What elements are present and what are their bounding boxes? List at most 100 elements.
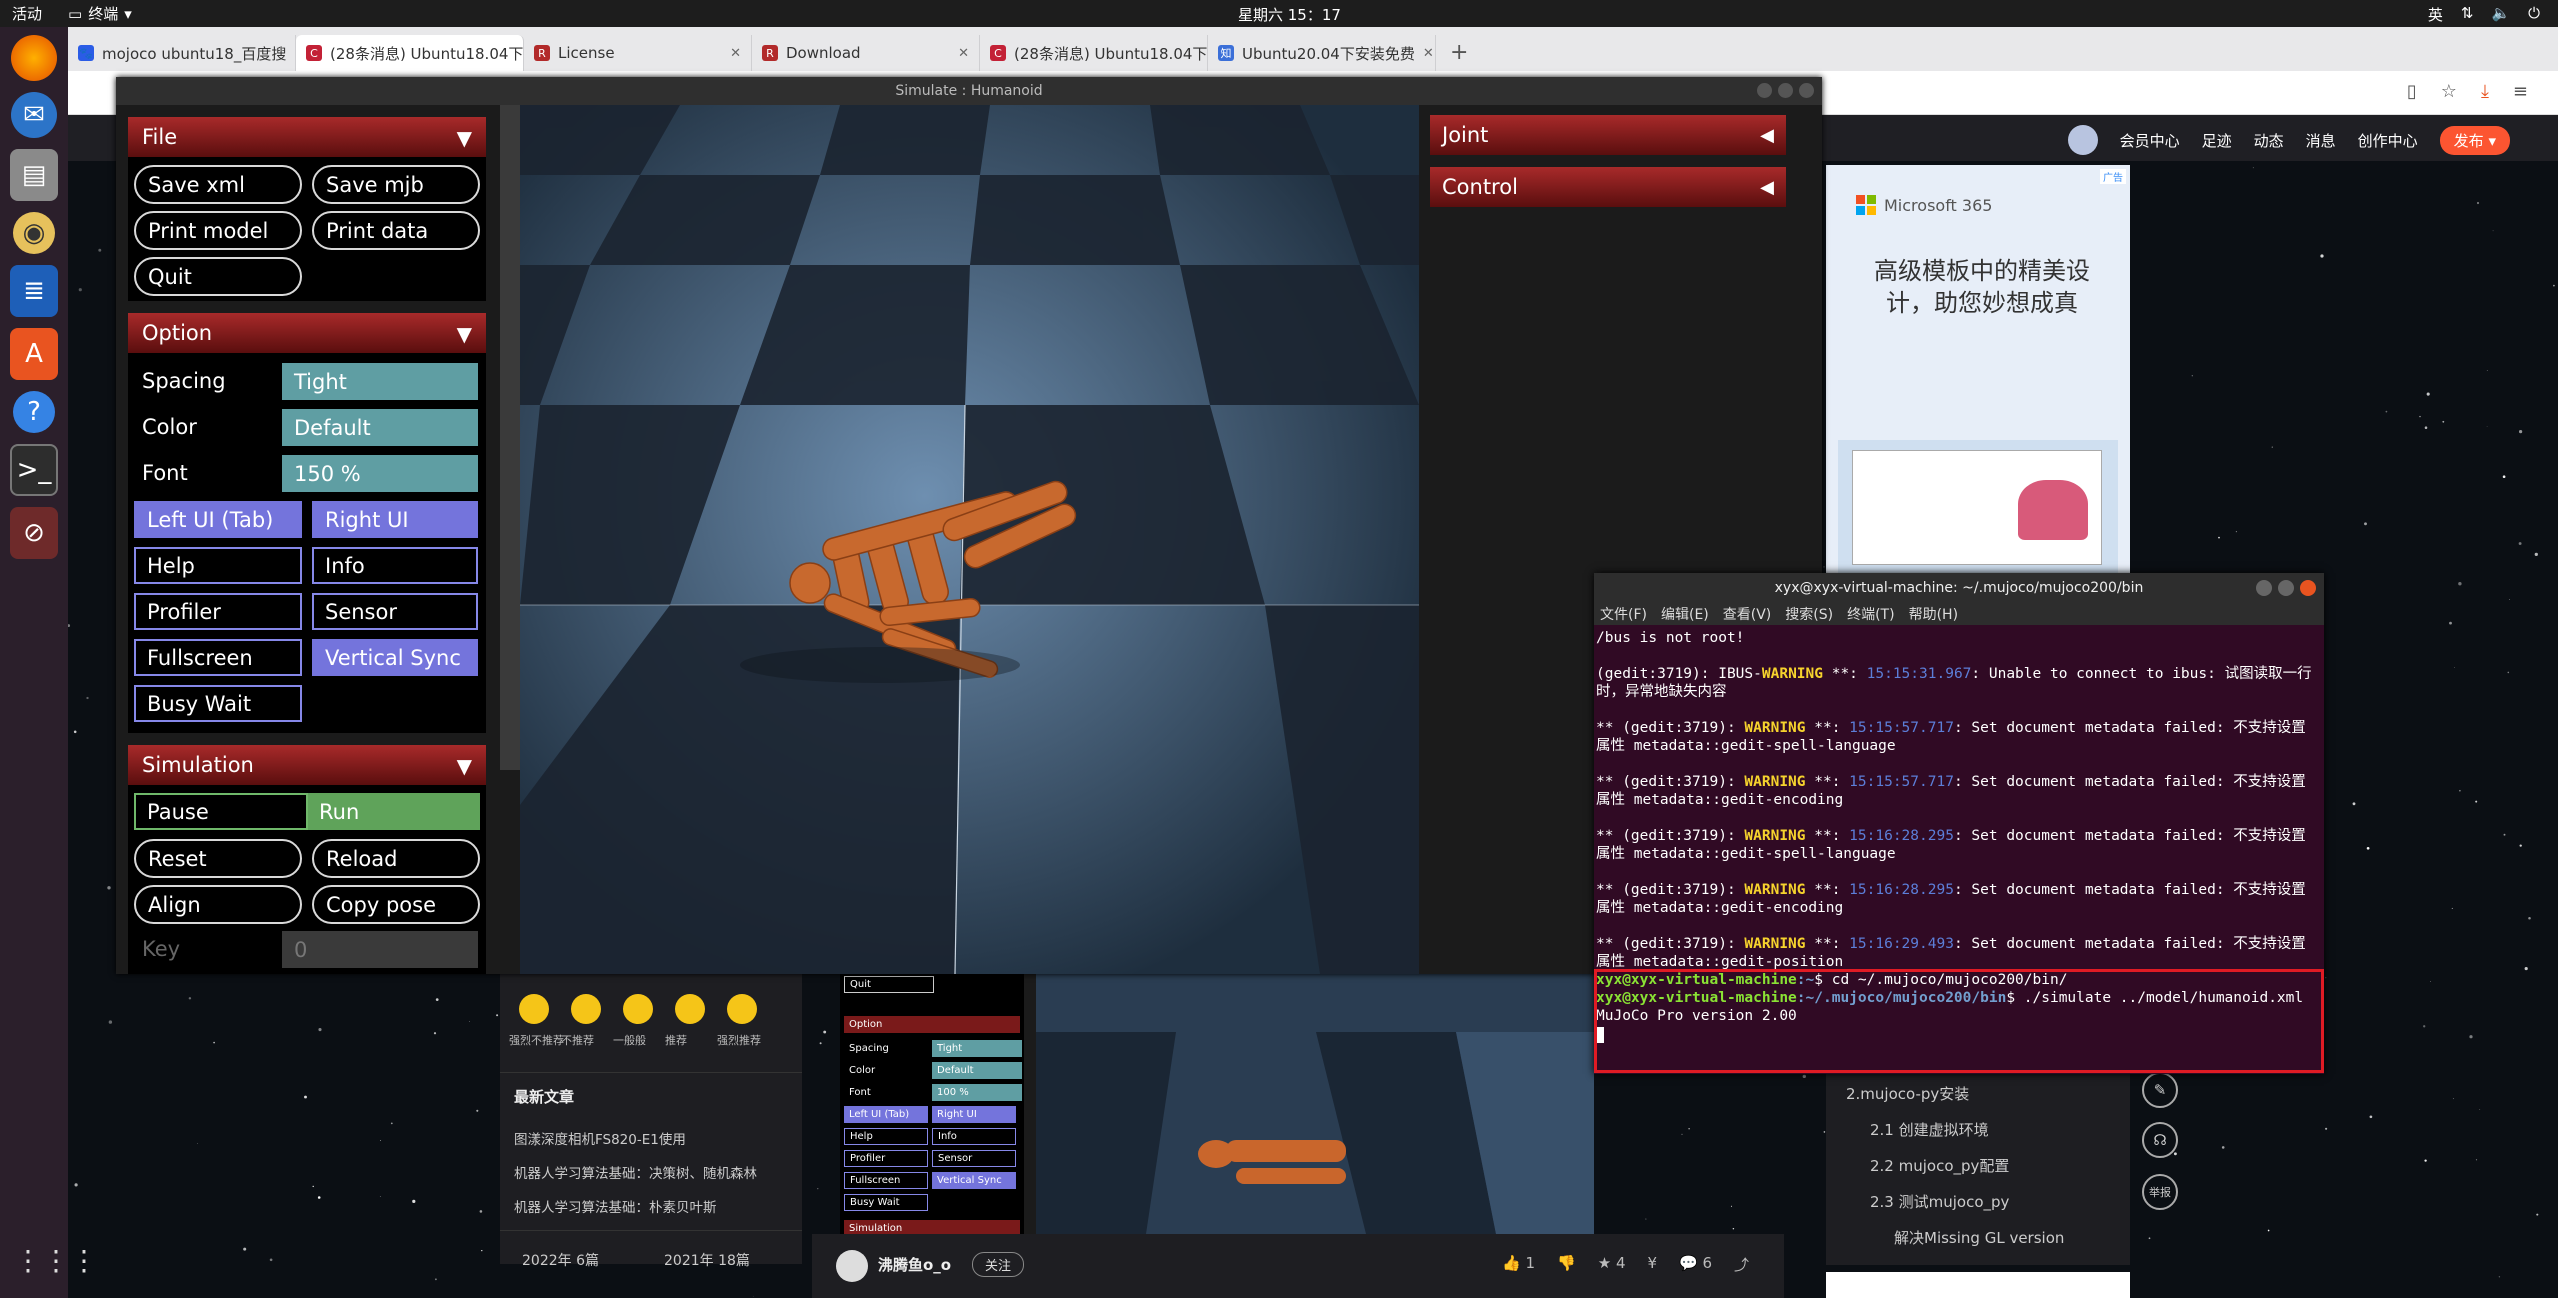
fullscreen-toggle[interactable]: Fullscreen	[134, 639, 302, 676]
terminal-menu-item[interactable]: 终端(T)	[1847, 604, 1894, 624]
close-icon[interactable]	[2300, 580, 2316, 596]
terminal-menu-item[interactable]: 查看(V)	[1723, 604, 1772, 624]
minimize-icon[interactable]	[2256, 580, 2272, 596]
maximize-icon[interactable]	[1778, 83, 1793, 98]
system-tray[interactable]: 英 ⇅ 🔈 ⏻	[2428, 4, 2540, 25]
nav-activity[interactable]: 动态	[2254, 130, 2284, 151]
sensor-toggle[interactable]: Sensor	[312, 593, 478, 630]
terminal-app-menu[interactable]: ▭ 终端 ▾	[68, 3, 132, 24]
align-button[interactable]: Align	[134, 885, 302, 924]
files-icon[interactable]: ▤	[10, 149, 58, 201]
maximize-icon[interactable]	[2278, 580, 2294, 596]
close-tab-icon[interactable]: ✕	[730, 46, 741, 61]
input-method-indicator[interactable]: 英	[2428, 4, 2443, 25]
control-section-header[interactable]: Control ◀	[1430, 167, 1786, 207]
recent-article-link[interactable]: 机器人学习算法基础：决策树、随机森林	[514, 1162, 757, 1182]
terminal-menu-item[interactable]: 文件(F)	[1600, 604, 1647, 624]
quit-button[interactable]: Quit	[134, 257, 302, 296]
reward-button[interactable]: ¥	[1647, 1254, 1657, 1275]
busy-wait-toggle[interactable]: Busy Wait	[134, 685, 302, 722]
rating-emoji-icon[interactable]	[571, 994, 601, 1024]
favorite-button[interactable]: ★ 4	[1598, 1254, 1626, 1275]
download-icon[interactable]: ⤓	[2481, 81, 2489, 102]
menu-icon[interactable]: ≡	[2513, 81, 2528, 102]
close-tab-icon[interactable]: ✕	[958, 46, 969, 61]
terminal-menu-item[interactable]: 帮助(H)	[1909, 604, 1958, 624]
minimize-icon[interactable]	[1757, 83, 1772, 98]
right-ui-toggle[interactable]: Right UI	[312, 501, 478, 538]
toc-item[interactable]: 2.2 mujoco_py配置	[1870, 1155, 2009, 1176]
avatar[interactable]	[2067, 125, 2098, 155]
terminal-menu-item[interactable]: 编辑(E)	[1661, 604, 1709, 624]
clock[interactable]: 星期六 15：17	[1238, 4, 1341, 25]
author-name[interactable]: 沸腾鱼o_o	[878, 1254, 951, 1275]
simulation-header[interactable]: Simulation ▼	[128, 745, 486, 785]
color-select[interactable]: Default	[282, 409, 478, 446]
save-xml-button[interactable]: Save xml	[134, 165, 302, 204]
copy-pose-button[interactable]: Copy pose	[312, 885, 480, 924]
recent-article-link[interactable]: 机器人学习算法基础：朴素贝叶斯	[514, 1196, 717, 1216]
dislike-button[interactable]: 👎	[1557, 1254, 1576, 1275]
browser-tab[interactable]: R License ✕	[524, 35, 752, 71]
profiler-toggle[interactable]: Profiler	[134, 593, 302, 630]
archive-2022[interactable]: 2022年 6篇	[522, 1250, 599, 1270]
activities-button[interactable]: 活动	[12, 3, 42, 24]
close-tab-icon[interactable]: ✕	[1423, 46, 1434, 61]
browser-tab[interactable]: R Download ✕	[752, 35, 980, 71]
report-button[interactable]: 举报	[2142, 1174, 2178, 1210]
left-ui-toggle[interactable]: Left UI (Tab)	[134, 501, 302, 538]
terminal-menu-item[interactable]: 搜索(S)	[1785, 604, 1833, 624]
author-avatar[interactable]	[836, 1250, 868, 1282]
nav-creator-center[interactable]: 创作中心	[2358, 130, 2418, 151]
key-slider[interactable]: 0	[282, 931, 478, 968]
browser-tab[interactable]: C(28条消息) Ubuntu18.04下✕	[296, 35, 524, 71]
joint-section-header[interactable]: Joint ◀	[1430, 115, 1786, 155]
3d-viewport[interactable]	[520, 105, 1419, 974]
print-data-button[interactable]: Print data	[312, 211, 480, 250]
nav-member-center[interactable]: 会员中心	[2120, 130, 2180, 151]
toc-item[interactable]: 2.mujoco-py安装	[1846, 1083, 1969, 1104]
print-model-button[interactable]: Print model	[134, 211, 302, 250]
archive-2021[interactable]: 2021年 18篇	[664, 1250, 750, 1270]
libreoffice-writer-icon[interactable]: ≣	[10, 265, 58, 317]
publish-button[interactable]: 发布 ▾	[2439, 125, 2510, 155]
new-tab-icon[interactable]: +	[1436, 40, 1482, 71]
thunderbird-icon[interactable]: ✉	[11, 92, 57, 138]
run-radio[interactable]: Run	[308, 793, 480, 830]
browser-tab[interactable]: 知 Ubuntu20.04下安装免费 ✕	[1208, 35, 1436, 71]
toc-item[interactable]: 2.3 测试mujoco_py	[1870, 1191, 2009, 1212]
disk-icon[interactable]: ⊘	[10, 507, 58, 559]
browser-tab[interactable]: C(28条消息) Ubuntu18.04下✕	[980, 35, 1208, 71]
nav-messages[interactable]: 消息	[2306, 130, 2336, 151]
rating-emoji-icon[interactable]	[623, 994, 653, 1024]
left-ui-scrollbar[interactable]	[500, 105, 520, 770]
volume-icon[interactable]: 🔈	[2491, 4, 2510, 25]
terminal-titlebar[interactable]: xyx@xyx-virtual-machine: ~/.mujoco/mujoc…	[1594, 573, 2324, 603]
help-toggle[interactable]: Help	[134, 547, 302, 584]
recent-article-link[interactable]: 图漾深度相机FS820-E1使用	[514, 1128, 686, 1148]
reload-button[interactable]: Reload	[312, 839, 480, 878]
vertical-sync-toggle[interactable]: Vertical Sync	[312, 639, 478, 676]
rating-emoji-icon[interactable]	[727, 994, 757, 1024]
toc-item[interactable]: 解决Missing GL version	[1894, 1227, 2064, 1248]
pause-radio[interactable]: Pause	[134, 793, 308, 830]
share-button[interactable]: ⤴	[1734, 1254, 1749, 1275]
software-center-icon[interactable]: A	[10, 328, 58, 380]
spacing-select[interactable]: Tight	[282, 363, 478, 400]
support-icon[interactable]: ☊	[2142, 1122, 2178, 1158]
rating-emoji-icon[interactable]	[675, 994, 705, 1024]
browser-tab[interactable]: 🐾mojoco ubuntu18_百度搜✕	[68, 35, 296, 71]
bookmark-star-icon[interactable]: ☆	[2441, 81, 2457, 102]
rating-emoji-icon[interactable]	[519, 994, 549, 1024]
option-header[interactable]: Option ▼	[128, 313, 486, 353]
save-mjb-button[interactable]: Save mjb	[312, 165, 480, 204]
toc-item[interactable]: 2.1 创建虚拟环境	[1870, 1119, 1989, 1140]
firefox-icon[interactable]	[11, 35, 57, 81]
reader-view-icon[interactable]: ▯	[2407, 81, 2417, 102]
ad-banner[interactable]: 广告 Microsoft 365 高级模板中的精美设计，助您妙想成真	[1826, 165, 2130, 575]
reset-button[interactable]: Reset	[134, 839, 302, 878]
help-icon[interactable]: ?	[13, 391, 55, 433]
file-header[interactable]: File ▼	[128, 117, 486, 157]
close-icon[interactable]	[1799, 83, 1814, 98]
nav-footprint[interactable]: 足迹	[2202, 130, 2232, 151]
